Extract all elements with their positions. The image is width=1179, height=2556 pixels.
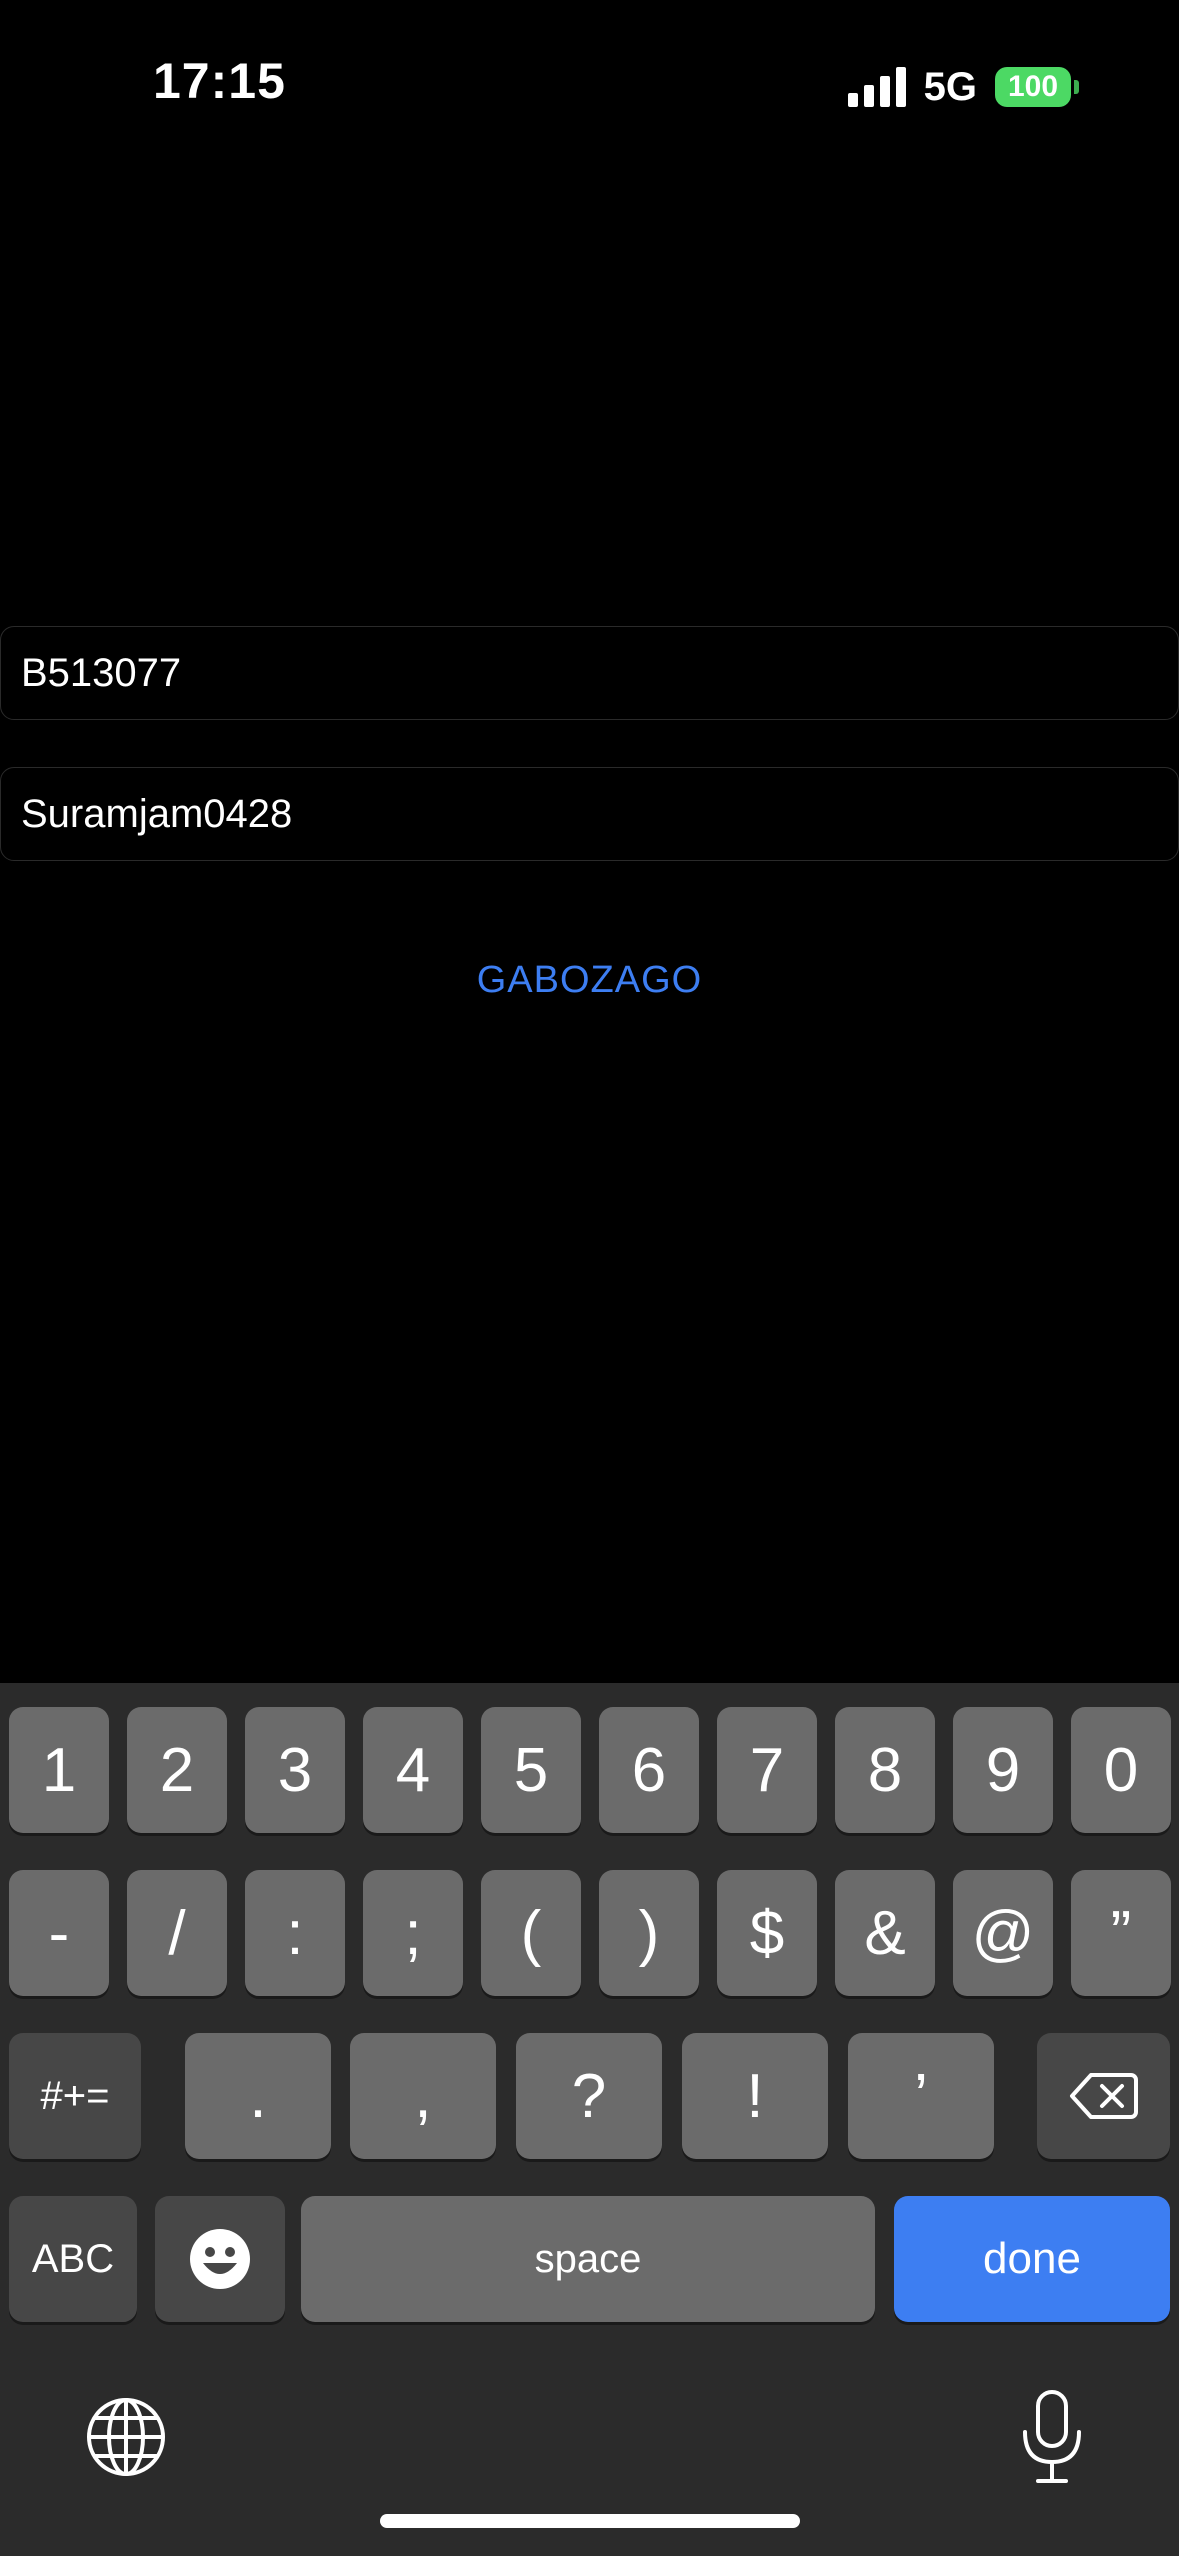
key-4[interactable]: 4 — [363, 1707, 463, 1833]
key-symbols-toggle[interactable]: #+= — [9, 2033, 141, 2159]
key-apostrophe[interactable]: ’ — [848, 2033, 994, 2159]
emoji-icon — [190, 2229, 250, 2289]
key-question[interactable]: ? — [516, 2033, 662, 2159]
key-1[interactable]: 1 — [9, 1707, 109, 1833]
key-colon[interactable]: : — [245, 1870, 345, 1996]
key-9[interactable]: 9 — [953, 1707, 1053, 1833]
key-0[interactable]: 0 — [1071, 1707, 1171, 1833]
key-abc[interactable]: ABC — [9, 2196, 137, 2322]
cellular-signal-icon — [847, 67, 906, 107]
key-5[interactable]: 5 — [481, 1707, 581, 1833]
delete-key[interactable] — [1037, 2033, 1170, 2159]
submit-button[interactable]: GABOZAGO — [0, 950, 1179, 1010]
emoji-key[interactable] — [155, 2196, 285, 2322]
status-time: 17:15 — [153, 53, 286, 109]
battery-icon: 100 — [995, 67, 1079, 107]
login-screen: 17:15 5G 100 GABOZAGO 1 2 3 4 5 6 7 8 9 … — [0, 0, 1179, 2556]
battery-level: 100 — [995, 67, 1071, 107]
key-exclamation[interactable]: ! — [682, 2033, 828, 2159]
key-comma[interactable]: , — [350, 2033, 496, 2159]
key-slash[interactable]: / — [127, 1870, 227, 1996]
password-input[interactable] — [0, 767, 1179, 861]
key-at[interactable]: @ — [953, 1870, 1053, 1996]
key-7[interactable]: 7 — [717, 1707, 817, 1833]
username-input[interactable] — [0, 626, 1179, 720]
key-quote[interactable]: ” — [1071, 1870, 1171, 1996]
key-3[interactable]: 3 — [245, 1707, 345, 1833]
globe-icon[interactable] — [85, 2396, 167, 2483]
status-indicators: 5G 100 — [847, 62, 1079, 112]
home-indicator[interactable] — [380, 2514, 800, 2528]
key-2[interactable]: 2 — [127, 1707, 227, 1833]
key-period[interactable]: . — [185, 2033, 331, 2159]
key-dollar[interactable]: $ — [717, 1870, 817, 1996]
microphone-icon[interactable] — [1018, 2388, 1086, 2493]
space-key[interactable]: space — [301, 2196, 875, 2322]
numeric-keyboard: 1 2 3 4 5 6 7 8 9 0 - / : ; ( ) $ & @ ” … — [0, 1683, 1179, 2556]
key-8[interactable]: 8 — [835, 1707, 935, 1833]
done-button[interactable]: done — [894, 2196, 1170, 2322]
network-type: 5G — [923, 64, 977, 109]
key-open-paren[interactable]: ( — [481, 1870, 581, 1996]
key-ampersand[interactable]: & — [835, 1870, 935, 1996]
delete-icon — [1069, 2073, 1138, 2119]
key-semicolon[interactable]: ; — [363, 1870, 463, 1996]
key-close-paren[interactable]: ) — [599, 1870, 699, 1996]
key-hyphen[interactable]: - — [9, 1870, 109, 1996]
key-6[interactable]: 6 — [599, 1707, 699, 1833]
